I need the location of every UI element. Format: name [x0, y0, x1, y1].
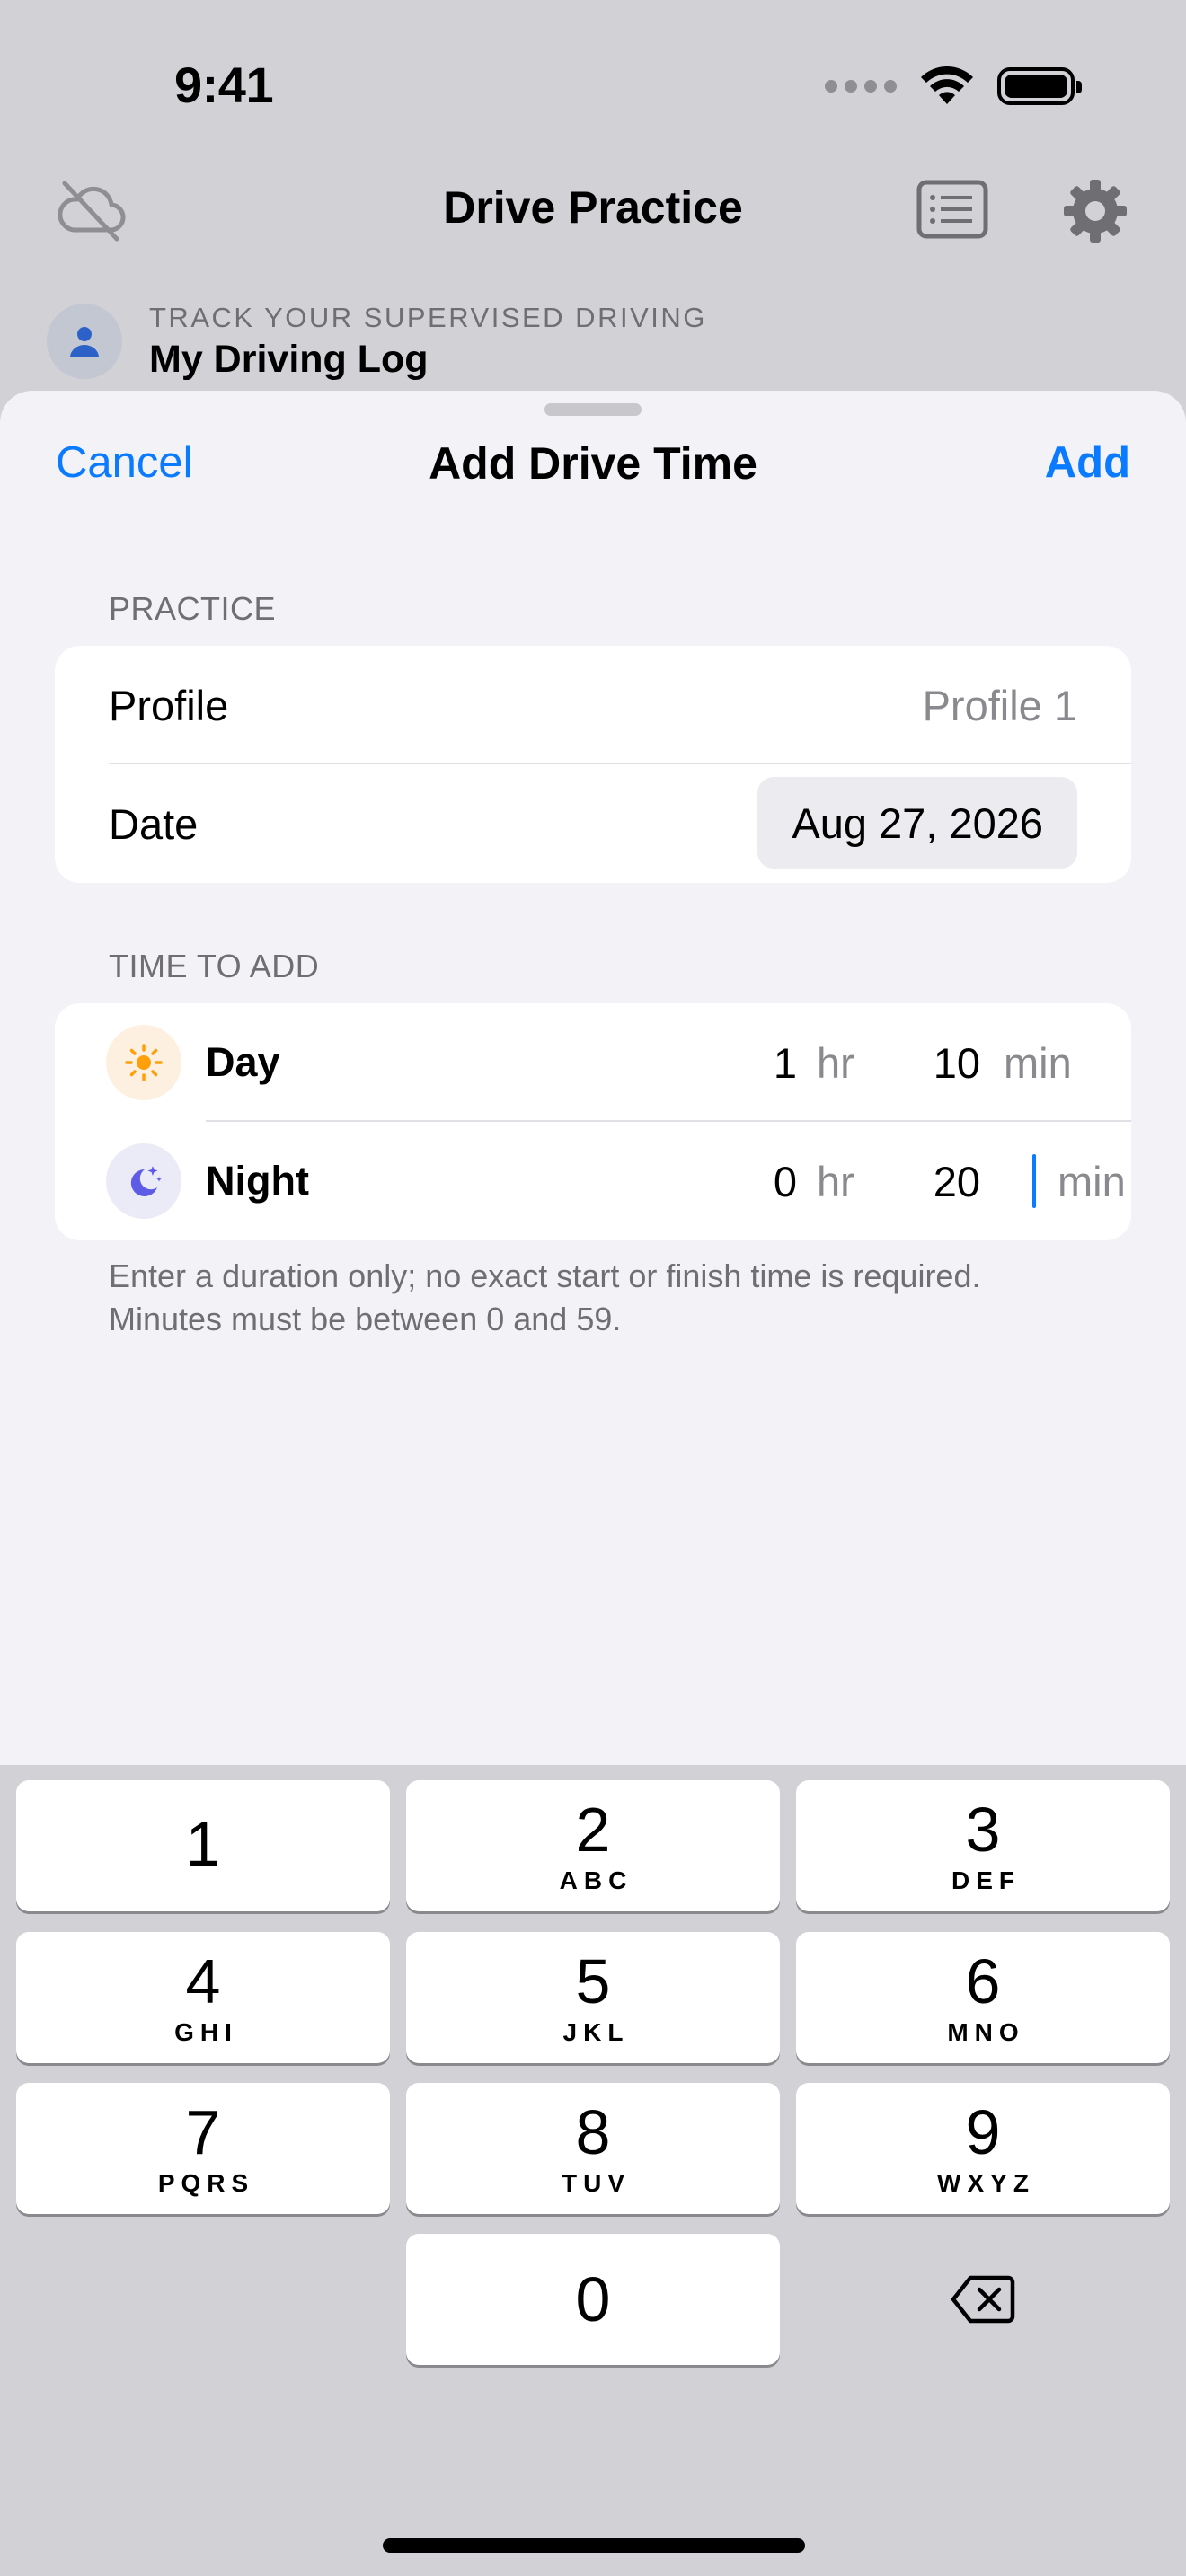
key-letters: MNO	[947, 2018, 1025, 2046]
date-picker-button[interactable]: Aug 27, 2026	[757, 777, 1077, 869]
time-section-header: TIME TO ADD	[109, 948, 320, 984]
sheet-grabber[interactable]	[544, 403, 642, 416]
day-hours-unit: hr	[817, 1038, 854, 1087]
day-minutes-unit: min	[1004, 1038, 1072, 1087]
night-minutes-unit: min	[1058, 1157, 1126, 1205]
night-minutes-field[interactable]: 20	[934, 1157, 980, 1206]
status-time: 9:41	[174, 57, 274, 113]
gear-icon[interactable]	[1062, 178, 1128, 249]
night-hours-unit: hr	[817, 1157, 854, 1205]
wifi-icon	[921, 66, 973, 104]
add-drive-time-sheet: Cancel Add Drive Time Add PRACTICE Profi…	[0, 391, 1186, 1765]
profile-value[interactable]: Profile 1	[923, 681, 1077, 730]
key-digit: 6	[965, 1946, 1001, 2016]
sheet-title: Add Drive Time	[429, 438, 757, 489]
key-digit: 7	[185, 2097, 221, 2167]
home-indicator[interactable]	[383, 2538, 805, 2553]
key-5[interactable]: 5 JKL	[406, 1932, 780, 2063]
sun-icon	[106, 1025, 181, 1100]
night-label: Night	[206, 1158, 309, 1204]
delete-key[interactable]	[796, 2234, 1170, 2365]
key-digit: 1	[185, 1809, 221, 1879]
key-0[interactable]: 0	[406, 2234, 780, 2365]
key-digit: 8	[575, 2097, 611, 2167]
key-7[interactable]: 7 PQRS	[16, 2083, 390, 2214]
text-cursor	[1032, 1154, 1036, 1208]
key-digit: 3	[965, 1795, 1001, 1865]
add-button[interactable]: Add	[1045, 437, 1130, 488]
day-label: Day	[206, 1039, 280, 1085]
avatar	[47, 304, 122, 379]
profile-label: Profile	[109, 681, 229, 729]
key-digit: 0	[575, 2264, 611, 2334]
key-4[interactable]: 4 GHI	[16, 1932, 390, 2063]
key-digit: 4	[185, 1946, 221, 2016]
app-title: Drive Practice	[443, 182, 743, 233]
key-6[interactable]: 6 MNO	[796, 1932, 1170, 2063]
key-9[interactable]: 9 WXYZ	[796, 2083, 1170, 2214]
key-letters: GHI	[174, 2018, 238, 2046]
status-indicators	[825, 66, 1082, 106]
profile-name: My Driving Log	[149, 337, 429, 381]
practice-section-header: PRACTICE	[109, 590, 277, 627]
key-2[interactable]: 2 ABC	[406, 1780, 780, 1911]
key-digit: 2	[575, 1795, 611, 1865]
key-letters: WXYZ	[937, 2169, 1035, 2197]
person-icon	[70, 327, 99, 357]
night-hours-field[interactable]: 0	[774, 1157, 797, 1206]
status-bar: 9:41	[0, 0, 1186, 171]
log-list-icon[interactable]	[916, 180, 988, 243]
key-3[interactable]: 3 DEF	[796, 1780, 1170, 1911]
day-hours-field[interactable]: 1	[774, 1038, 797, 1088]
key-letters: ABC	[559, 1866, 633, 1894]
key-1[interactable]: 1	[16, 1780, 390, 1911]
day-minutes-field[interactable]: 10	[934, 1038, 980, 1088]
cellular-signal-icon	[825, 80, 897, 93]
delete-backward-icon	[951, 2275, 1015, 2324]
footnote: Enter a duration only; no exact start or…	[109, 1257, 981, 1337]
date-label: Date	[109, 799, 199, 848]
key-letters: JKL	[562, 2018, 630, 2046]
time-group: Day 1 hr 10 min Night 0 hr 20 min	[55, 1003, 1131, 1240]
key-letters: PQRS	[157, 2169, 255, 2197]
night-row: Night 0 hr 20 min	[55, 1122, 1131, 1240]
key-digit: 5	[575, 1946, 611, 2016]
key-letters: DEF	[951, 1866, 1021, 1894]
moon-stars-icon	[106, 1143, 181, 1219]
key-digit: 9	[965, 2097, 1001, 2167]
date-row: Date Aug 27, 2026	[55, 764, 1131, 883]
key-8[interactable]: 8 TUV	[406, 2083, 780, 2214]
day-row: Day 1 hr 10 min	[55, 1003, 1131, 1122]
key-letters: TUV	[562, 2169, 631, 2197]
battery-icon	[997, 67, 1082, 105]
profile-subtitle: TRACK YOUR SUPERVISED DRIVING	[149, 301, 707, 333]
practice-group: Profile Profile 1 Date Aug 27, 2026	[55, 646, 1131, 883]
numeric-keypad: 1 2 ABC 3 DEF 4 GHI 5 JKL 6 MNO 7 PQRS 8…	[0, 1765, 1186, 2576]
profile-row[interactable]: Profile Profile 1	[55, 646, 1131, 764]
profile-header[interactable]: TRACK YOUR SUPERVISED DRIVING My Driving…	[47, 296, 707, 386]
